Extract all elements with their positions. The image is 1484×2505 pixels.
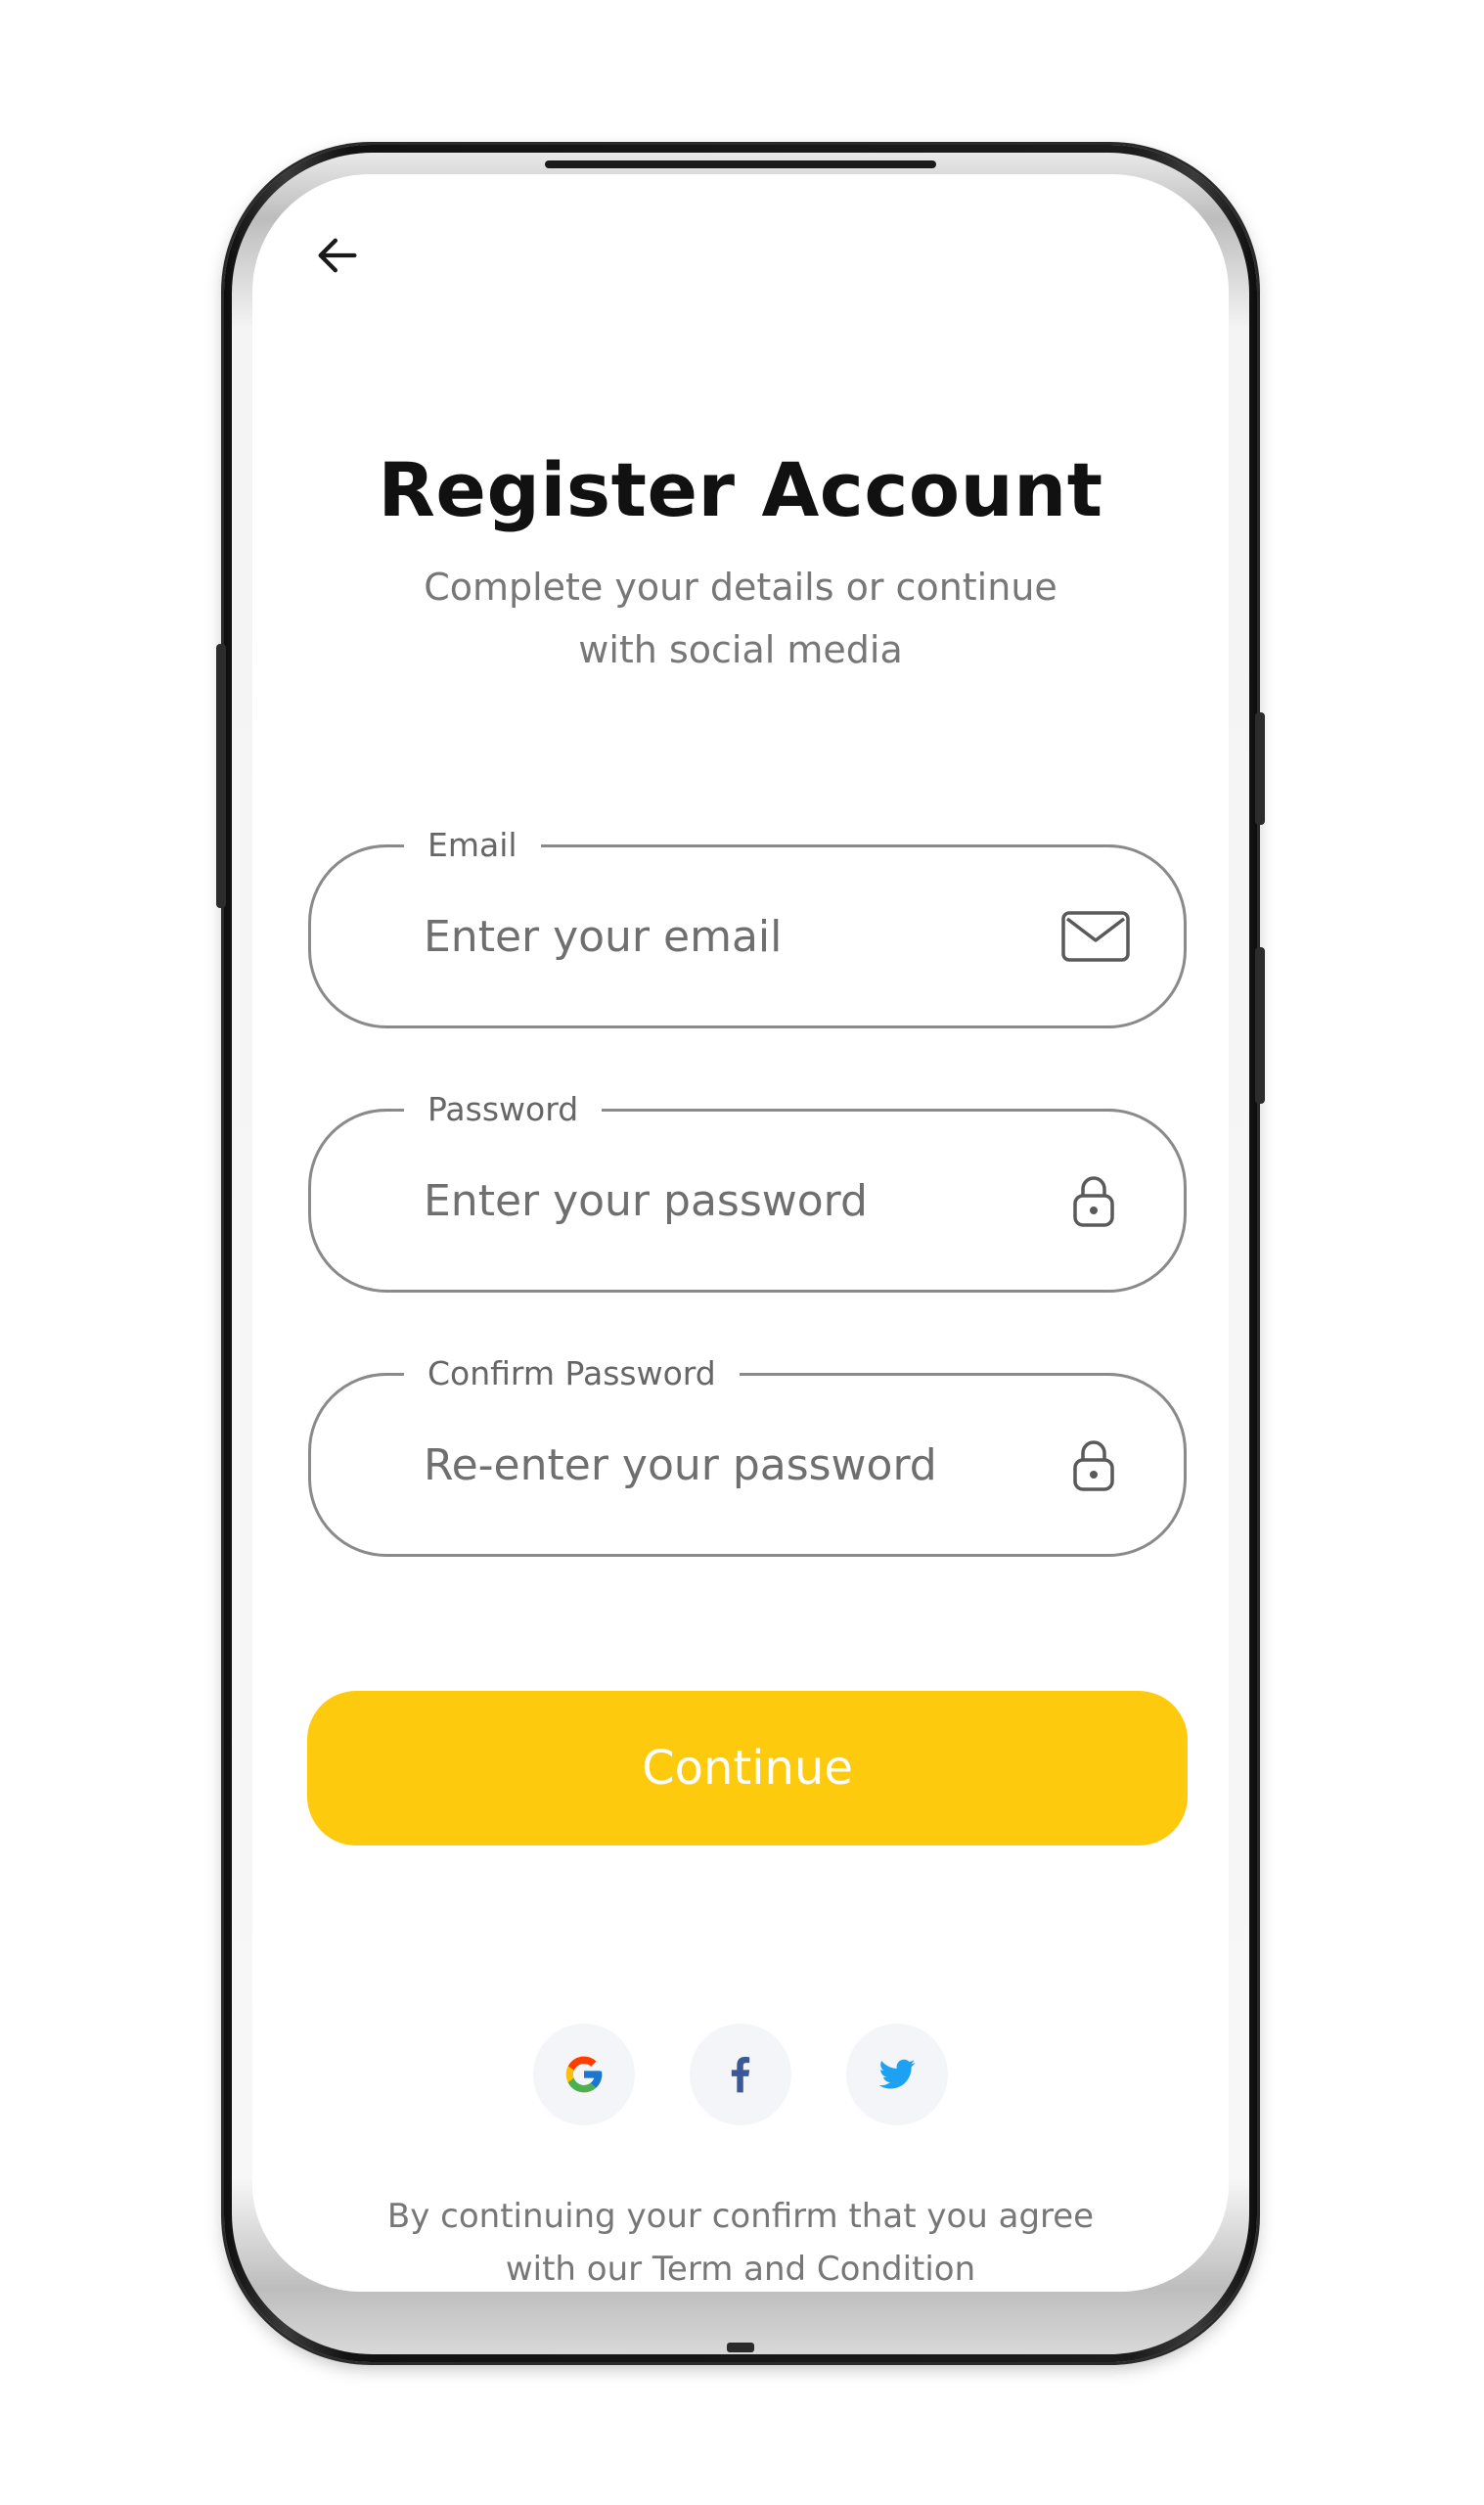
lock-icon: [1072, 1437, 1115, 1492]
terms-line-2: with our Term and Condition: [505, 2250, 976, 2289]
speaker-slot: [545, 160, 936, 168]
subtitle-line-2: with social media: [578, 628, 903, 671]
twitter-icon: [878, 2059, 916, 2089]
mail-icon: [1061, 911, 1130, 962]
facebook-icon: [731, 2057, 750, 2093]
twitter-login-button[interactable]: [846, 2024, 948, 2125]
back-button[interactable]: [305, 223, 370, 288]
social-login-row: [252, 2024, 1229, 2131]
lock-icon: [1072, 1173, 1115, 1228]
bottom-port: [727, 2343, 754, 2352]
email-input[interactable]: [424, 847, 1011, 1025]
subtitle-line-1: Complete your details or continue: [424, 566, 1057, 609]
email-field[interactable]: Email: [308, 826, 1187, 1028]
app-screen: Register Account Complete your details o…: [252, 174, 1229, 2292]
continue-button[interactable]: Continue: [307, 1691, 1188, 1845]
confirm-password-input[interactable]: [424, 1376, 1011, 1554]
power-button: [1255, 947, 1265, 1104]
facebook-login-button[interactable]: [690, 2024, 791, 2125]
confirm-password-field[interactable]: Confirm Password: [308, 1354, 1187, 1557]
side-button-upper: [1255, 712, 1265, 825]
password-field[interactable]: Password: [308, 1090, 1187, 1293]
page-subtitle: Complete your details or continue with s…: [252, 556, 1229, 681]
arrow-left-icon: [318, 238, 357, 273]
terms-line-1: By continuing your confirm that you agre…: [386, 2197, 1095, 2236]
google-icon: [565, 2056, 603, 2093]
password-input[interactable]: [424, 1112, 1011, 1290]
volume-button: [216, 644, 226, 908]
page-title: Register Account: [378, 446, 1103, 533]
terms-notice: By continuing your confirm that you agre…: [252, 2190, 1229, 2292]
google-login-button[interactable]: [533, 2024, 635, 2125]
